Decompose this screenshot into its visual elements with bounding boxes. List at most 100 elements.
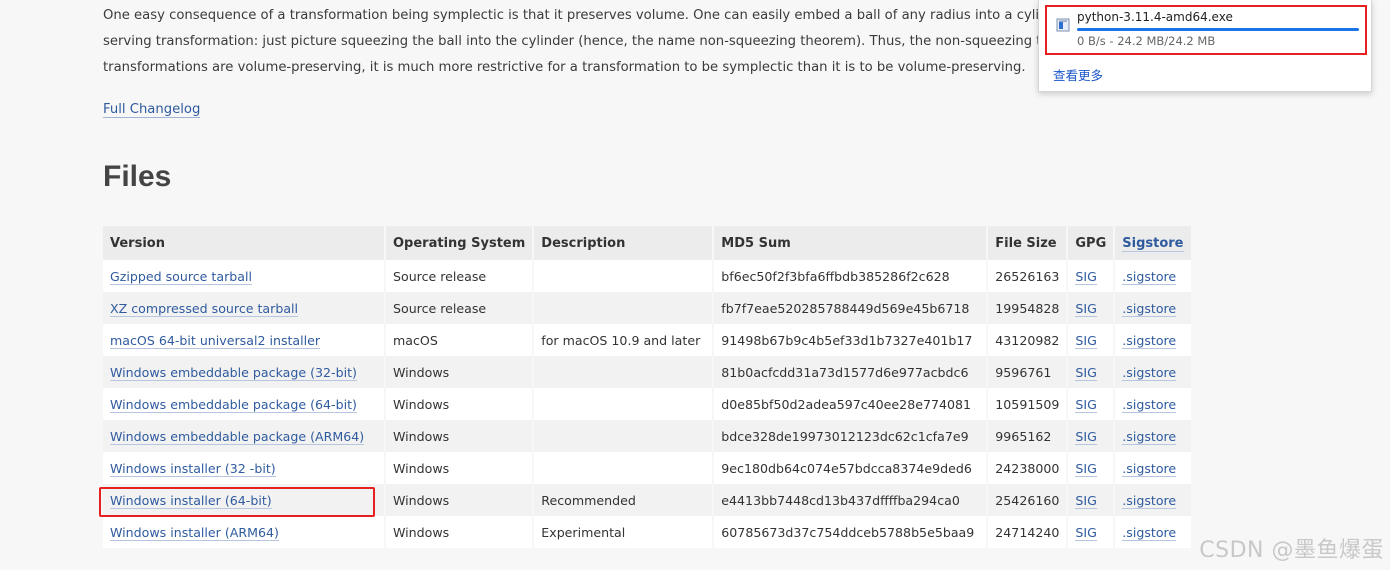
- header-description: Description: [533, 226, 715, 260]
- gpg-cell: SIG: [1067, 292, 1116, 324]
- os-cell: Windows: [385, 484, 535, 516]
- version-cell: Windows embeddable package (32-bit): [103, 356, 386, 388]
- description-cell: [533, 260, 715, 292]
- gpg-sig-link[interactable]: SIG: [1075, 428, 1097, 445]
- sigstore-link[interactable]: .sigstore: [1122, 300, 1177, 317]
- gpg-sig-link[interactable]: SIG: [1075, 396, 1097, 413]
- size-cell: 43120982: [995, 332, 1060, 348]
- sigstore-cell: .sigstore: [1114, 356, 1193, 388]
- header-size: File Size: [987, 226, 1069, 260]
- table-row: Windows embeddable package (64-bit) Windo…: [103, 388, 1193, 420]
- md5-cell: bf6ec50f2f3bfa6ffbdb385286f2c628: [713, 260, 989, 292]
- os-cell: Windows: [385, 516, 535, 548]
- md5-cell: d0e85bf50d2adea597c40ee28e774081: [713, 388, 989, 420]
- full-changelog-link[interactable]: Full Changelog: [103, 102, 201, 118]
- header-sigstore: Sigstore: [1114, 226, 1193, 260]
- gpg-cell: SIG: [1067, 484, 1116, 516]
- size-cell: 10591509: [995, 396, 1060, 412]
- sigstore-link[interactable]: .sigstore: [1122, 460, 1177, 477]
- size-cell: 9596761: [987, 356, 1069, 388]
- download-progress-fill: [1077, 28, 1359, 31]
- sigstore-link[interactable]: .sigstore: [1122, 524, 1177, 541]
- md5-cell: 9ec180db64c074e57bdcca8374e9ded6: [721, 460, 972, 476]
- sigstore-cell: .sigstore: [1114, 420, 1193, 452]
- size-cell: 25426160: [987, 484, 1069, 516]
- version-link[interactable]: Windows embeddable package (64-bit): [110, 396, 357, 413]
- version-cell: macOS 64-bit universal2 installer: [103, 324, 386, 356]
- os-cell: Source release: [385, 260, 535, 292]
- version-link[interactable]: Windows installer (ARM64): [110, 524, 279, 541]
- md5-cell: 91498b67b9c4b5ef33d1b7327e401b17: [721, 332, 973, 348]
- download-panel: python-3.11.4-amd64.exe 0 B/s - 24.2 MB/…: [1038, 0, 1372, 92]
- gpg-cell: SIG: [1067, 324, 1116, 356]
- version-link[interactable]: macOS 64-bit universal2 installer: [110, 332, 321, 349]
- os-cell: Windows: [393, 524, 450, 540]
- files-table: Version Operating System Description MD5…: [103, 226, 1193, 548]
- download-progress-bar: [1077, 28, 1359, 31]
- version-link[interactable]: Windows installer (32 -bit): [110, 460, 276, 477]
- version-link[interactable]: Windows installer (64-bit): [110, 492, 272, 509]
- md5-cell: 60785673d37c754ddceb5788b5e5baa9: [713, 516, 989, 548]
- header-md5: MD5 Sum: [713, 226, 989, 260]
- gpg-cell: SIG: [1067, 388, 1116, 420]
- size-cell: 10591509: [987, 388, 1069, 420]
- size-cell: 19954828: [987, 292, 1069, 324]
- os-cell: Windows: [393, 492, 450, 508]
- version-link[interactable]: XZ compressed source tarball: [110, 300, 299, 317]
- version-link[interactable]: Windows embeddable package (32-bit): [110, 364, 357, 381]
- os-cell: Windows: [385, 356, 535, 388]
- version-cell: Windows embeddable package (ARM64): [103, 420, 386, 452]
- gpg-sig-link[interactable]: SIG: [1075, 524, 1097, 541]
- sigstore-link[interactable]: .sigstore: [1122, 396, 1177, 413]
- gpg-sig-link[interactable]: SIG: [1075, 364, 1097, 381]
- os-cell: Windows: [385, 388, 535, 420]
- intro-line: One easy consequence of a transformation…: [103, 8, 1093, 23]
- size-cell: 9596761: [995, 364, 1052, 380]
- gpg-cell: SIG: [1067, 260, 1116, 292]
- table-row: macOS 64-bit universal2 installer macOS fo…: [103, 324, 1193, 356]
- size-cell: 9965162: [987, 420, 1069, 452]
- md5-cell: 81b0acfcdd31a73d1577d6e977acbdc6: [721, 364, 969, 380]
- sigstore-link[interactable]: .sigstore: [1122, 268, 1177, 285]
- version-cell: Windows installer (ARM64): [103, 516, 386, 548]
- size-cell: 24714240: [987, 516, 1069, 548]
- gpg-cell: SIG: [1067, 420, 1116, 452]
- version-cell: Gzipped source tarball: [103, 260, 386, 292]
- description-cell: for macOS 10.9 and later: [541, 332, 701, 348]
- download-file-name[interactable]: python-3.11.4-amd64.exe: [1077, 10, 1233, 24]
- description-cell: [533, 356, 715, 388]
- sigstore-cell: .sigstore: [1114, 388, 1193, 420]
- gpg-sig-link[interactable]: SIG: [1075, 460, 1097, 477]
- gpg-sig-link[interactable]: SIG: [1075, 332, 1097, 349]
- header-os: Operating System: [385, 226, 535, 260]
- version-link[interactable]: Windows embeddable package (ARM64): [110, 428, 365, 445]
- md5-cell: fb7f7eae520285788449d569e45b6718: [713, 292, 989, 324]
- description-cell: Recommended: [533, 484, 715, 516]
- description-cell: [533, 388, 715, 420]
- gpg-sig-link[interactable]: SIG: [1075, 268, 1097, 285]
- os-cell: Source release: [393, 268, 487, 284]
- version-link[interactable]: Gzipped source tarball: [110, 268, 252, 285]
- gpg-sig-link[interactable]: SIG: [1075, 300, 1097, 317]
- os-cell: Windows: [393, 364, 450, 380]
- version-cell: Windows installer (32 -bit): [103, 452, 386, 484]
- table-row: Gzipped source tarball Source release bf6e…: [103, 260, 1193, 292]
- size-cell: 26526163: [987, 260, 1069, 292]
- download-item[interactable]: python-3.11.4-amd64.exe 0 B/s - 24.2 MB/…: [1045, 5, 1367, 55]
- size-cell: 26526163: [995, 268, 1060, 284]
- table-row: Windows installer (32 -bit) Windows 9ec180…: [103, 452, 1193, 484]
- description-cell: Experimental: [533, 516, 715, 548]
- sigstore-link[interactable]: .sigstore: [1122, 428, 1177, 445]
- sigstore-link[interactable]: .sigstore: [1122, 332, 1177, 349]
- description-cell: [533, 420, 715, 452]
- sigstore-link[interactable]: .sigstore: [1122, 364, 1177, 381]
- gpg-sig-link[interactable]: SIG: [1075, 492, 1097, 509]
- sigstore-link[interactable]: .sigstore: [1122, 492, 1177, 509]
- sigstore-header-link[interactable]: Sigstore: [1122, 235, 1184, 252]
- sigstore-cell: .sigstore: [1114, 324, 1193, 356]
- version-cell: Windows embeddable package (64-bit): [103, 388, 386, 420]
- show-more-link[interactable]: 查看更多: [1053, 65, 1103, 84]
- table-row: Windows installer (64-bit) Windows Recomme…: [103, 484, 1193, 516]
- md5-cell: 91498b67b9c4b5ef33d1b7327e401b17: [713, 324, 989, 356]
- md5-cell: e4413bb7448cd13b437dffffba294ca0: [713, 484, 989, 516]
